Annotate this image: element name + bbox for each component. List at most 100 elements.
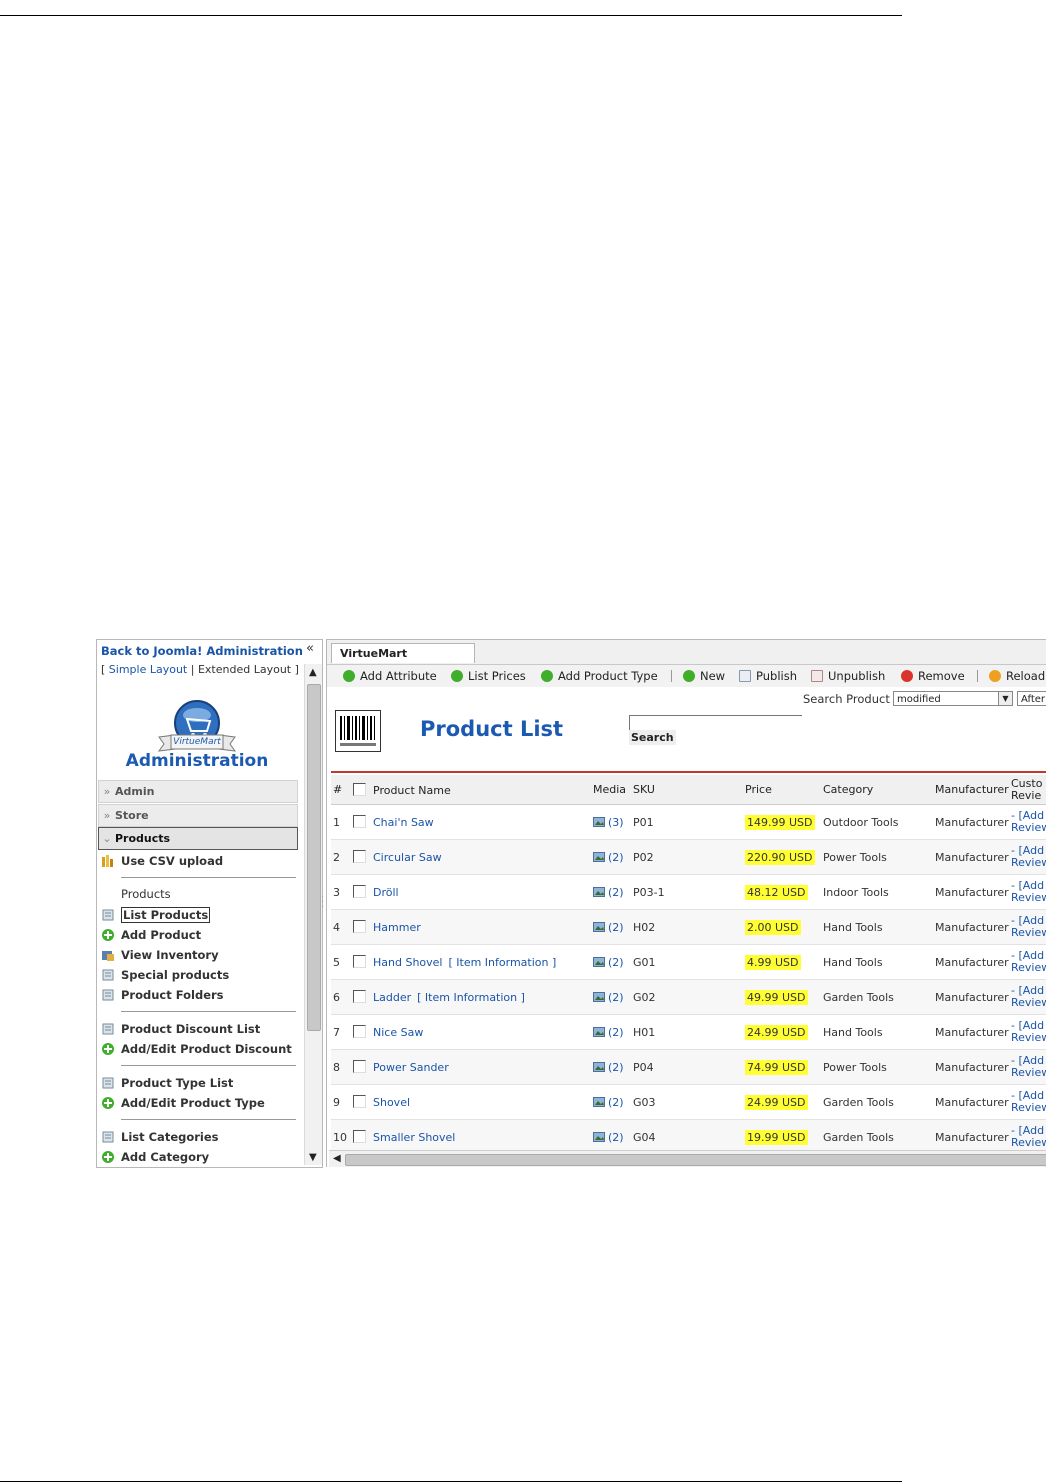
media-icon[interactable] [593, 921, 606, 933]
tab-virtuemart-admin[interactable]: VirtueMart Administrat [331, 643, 475, 680]
review-link[interactable]: Review [1011, 856, 1046, 869]
review-link[interactable]: Review [1011, 1101, 1046, 1114]
horizontal-scroll-thumb[interactable] [345, 1154, 1046, 1166]
media-count-link[interactable]: (2) [608, 886, 624, 899]
media-count-link[interactable]: (2) [608, 991, 624, 1004]
row-checkbox[interactable] [353, 920, 366, 933]
chevron-down-icon[interactable]: ▼ [998, 692, 1012, 705]
product-name-link[interactable]: Hand Shovel [373, 956, 442, 969]
media-icon[interactable] [593, 816, 606, 828]
row-price[interactable]: 49.99 USD [745, 989, 808, 1005]
media-icon[interactable] [593, 956, 606, 968]
sidebar-item-list-products[interactable]: List Products [101, 907, 211, 923]
sidebar-item-csv-upload[interactable]: Use CSV upload [101, 853, 223, 869]
publish-button[interactable]: Publish [739, 669, 797, 683]
media-count-link[interactable]: (2) [608, 956, 624, 969]
scroll-down-icon[interactable]: ▼ [309, 1152, 317, 1163]
back-to-joomla-link[interactable]: Back to Joomla! Administration [101, 644, 303, 658]
sidebar-item-add-discount[interactable]: Add/Edit Product Discount [101, 1041, 292, 1057]
media-icon[interactable] [593, 886, 606, 898]
row-price[interactable]: 149.99 USD [745, 814, 815, 830]
media-icon[interactable] [593, 851, 606, 863]
product-name-link[interactable]: Ladder [373, 991, 411, 1004]
search-field-select[interactable]: modified ▼ [893, 691, 1013, 706]
product-name-link[interactable]: Dröll [373, 886, 399, 899]
product-name-link[interactable]: Smaller Shovel [373, 1131, 455, 1144]
row-price[interactable]: 74.99 USD [745, 1059, 808, 1075]
remove-button[interactable]: Remove [901, 669, 965, 683]
sidebar-scrollbar[interactable]: ▲ ▼ [304, 664, 322, 1165]
review-link[interactable]: Review [1011, 961, 1046, 974]
sidebar-item-view-inventory[interactable]: View Inventory [101, 947, 219, 963]
extended-layout-link[interactable]: Extended Layout [198, 663, 291, 676]
row-checkbox[interactable] [353, 850, 366, 863]
review-link[interactable]: Review [1011, 1066, 1046, 1079]
row-checkbox[interactable] [353, 990, 366, 1003]
review-link[interactable]: Review [1011, 1031, 1046, 1044]
row-price[interactable]: 19.99 USD [745, 1129, 808, 1145]
select-all-checkbox[interactable] [353, 782, 366, 796]
media-icon[interactable] [593, 1131, 606, 1143]
search-input[interactable] [629, 715, 802, 730]
row-checkbox[interactable] [353, 1025, 366, 1038]
product-name-link[interactable]: Chai'n Saw [373, 816, 434, 829]
media-count-link[interactable]: (2) [608, 1131, 624, 1144]
media-count-link[interactable]: (2) [608, 1026, 624, 1039]
unpublish-button[interactable]: Unpublish [811, 669, 885, 683]
sidebar-item-special-products[interactable]: Special products [101, 967, 229, 983]
sidebar-item-add-product[interactable]: Add Product [101, 927, 201, 943]
item-information-link[interactable]: [ Item Information ] [448, 956, 556, 969]
reload-button[interactable]: Reload [989, 669, 1045, 683]
simple-layout-link[interactable]: Simple Layout [109, 663, 187, 676]
product-name-link[interactable]: Circular Saw [373, 851, 442, 864]
media-icon[interactable] [593, 991, 606, 1003]
sidebar-item-product-folders[interactable]: Product Folders [101, 987, 224, 1003]
media-icon[interactable] [593, 1026, 606, 1038]
section-admin[interactable]: » Admin [98, 780, 298, 803]
sidebar-scroll-thumb[interactable] [307, 684, 321, 1031]
collapse-sidebar-icon[interactable]: « [306, 641, 314, 656]
media-icon[interactable] [593, 1061, 606, 1073]
review-link[interactable]: Review [1011, 891, 1046, 904]
row-price[interactable]: 24.99 USD [745, 1024, 808, 1040]
media-count-link[interactable]: (2) [608, 851, 624, 864]
row-price[interactable]: 2.00 USD [745, 919, 801, 935]
row-checkbox[interactable] [353, 1095, 366, 1108]
add-attribute-button[interactable]: Add Attribute [343, 669, 437, 683]
add-product-type-button[interactable]: Add Product Type [541, 669, 658, 683]
product-name-link[interactable]: Nice Saw [373, 1026, 423, 1039]
scroll-up-icon[interactable]: ▲ [309, 667, 317, 678]
review-link[interactable]: Review [1011, 821, 1046, 834]
horizontal-scrollbar[interactable]: ◀ [329, 1150, 1046, 1167]
row-price[interactable]: 48.12 USD [745, 884, 808, 900]
row-checkbox[interactable] [353, 1130, 366, 1143]
search-date-select[interactable]: After [1017, 691, 1046, 706]
media-count-link[interactable]: (2) [608, 1061, 624, 1074]
sidebar-item-add-type[interactable]: Add/Edit Product Type [101, 1095, 265, 1111]
media-icon[interactable] [593, 1096, 606, 1108]
row-checkbox[interactable] [353, 955, 366, 968]
media-count-link[interactable]: (2) [608, 1096, 624, 1109]
row-checkbox[interactable] [353, 885, 366, 898]
row-price[interactable]: 4.99 USD [745, 954, 801, 970]
new-button[interactable]: New [683, 669, 725, 683]
row-price[interactable]: 220.90 USD [745, 849, 815, 865]
row-price[interactable]: 24.99 USD [745, 1094, 808, 1110]
review-link[interactable]: Review [1011, 996, 1046, 1009]
product-name-link[interactable]: Shovel [373, 1096, 410, 1109]
scroll-left-icon[interactable]: ◀ [333, 1153, 341, 1164]
review-link[interactable]: Review [1011, 1136, 1046, 1149]
sidebar-item-discount-list[interactable]: Product Discount List [101, 1021, 260, 1037]
search-button[interactable]: Search [629, 730, 676, 745]
row-checkbox[interactable] [353, 815, 366, 828]
sidebar-item-type-list[interactable]: Product Type List [101, 1075, 233, 1091]
sidebar-item-list-categories[interactable]: List Categories [101, 1129, 219, 1145]
review-link[interactable]: Review [1011, 926, 1046, 939]
item-information-link[interactable]: [ Item Information ] [417, 991, 525, 1004]
row-checkbox[interactable] [353, 1060, 366, 1073]
sidebar-item-add-category[interactable]: Add Category [101, 1149, 209, 1165]
section-products[interactable]: ⌄ Products [98, 827, 298, 850]
list-prices-button[interactable]: List Prices [451, 669, 526, 683]
section-store[interactable]: » Store [98, 804, 298, 827]
product-name-link[interactable]: Hammer [373, 921, 421, 934]
